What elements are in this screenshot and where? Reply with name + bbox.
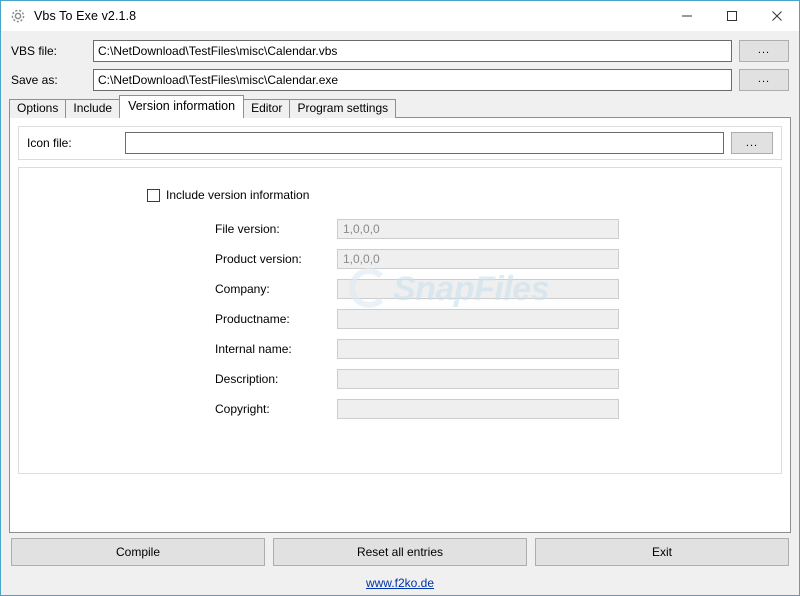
icon-file-input[interactable] bbox=[125, 132, 724, 154]
vbs-file-input[interactable] bbox=[93, 39, 732, 62]
field-row-product-version: Product version: bbox=[19, 248, 781, 269]
tab-include[interactable]: Include bbox=[65, 99, 121, 118]
close-icon[interactable] bbox=[754, 1, 799, 31]
description-label: Description: bbox=[215, 371, 279, 386]
tab-strip: Options Include Version information Edit… bbox=[9, 95, 791, 118]
copyright-label: Copyright: bbox=[215, 401, 270, 416]
field-row-copyright: Copyright: bbox=[19, 398, 781, 419]
include-version-checkbox-label: Include version information bbox=[166, 188, 310, 202]
vbs-file-label: VBS file: bbox=[11, 43, 58, 58]
file-paths-section: VBS file: ... Save as: ... bbox=[1, 31, 799, 97]
compile-button[interactable]: Compile bbox=[11, 538, 265, 566]
productname-input[interactable] bbox=[337, 308, 619, 329]
app-window: Vbs To Exe v2.1.8 VBS file: ... Save as:… bbox=[0, 0, 800, 596]
vbs-file-browse-button[interactable]: ... bbox=[739, 39, 789, 62]
productname-label: Productname: bbox=[215, 311, 290, 326]
file-version-label: File version: bbox=[215, 221, 280, 236]
field-row-description: Description: bbox=[19, 368, 781, 389]
file-version-input[interactable] bbox=[337, 218, 619, 239]
website-link[interactable]: www.f2ko.de bbox=[366, 576, 434, 590]
copyright-input[interactable] bbox=[337, 398, 619, 419]
footer: www.f2ko.de bbox=[1, 571, 799, 595]
product-version-label: Product version: bbox=[215, 251, 302, 266]
save-as-input[interactable] bbox=[93, 68, 732, 91]
field-row-productname: Productname: bbox=[19, 308, 781, 329]
action-bar: Compile Reset all entries Exit bbox=[1, 533, 799, 571]
icon-file-label: Icon file: bbox=[27, 136, 72, 150]
tab-options[interactable]: Options bbox=[9, 99, 67, 118]
description-input[interactable] bbox=[337, 368, 619, 389]
save-as-label: Save as: bbox=[11, 72, 58, 87]
maximize-icon[interactable] bbox=[709, 1, 754, 31]
product-version-input[interactable] bbox=[337, 248, 619, 269]
include-version-checkbox-row[interactable]: Include version information bbox=[19, 186, 781, 204]
version-information-panel: Icon file: ... SnapFiles Include version… bbox=[9, 117, 791, 533]
window-title: Vbs To Exe v2.1.8 bbox=[34, 9, 137, 23]
title-bar: Vbs To Exe v2.1.8 bbox=[1, 1, 799, 31]
field-row-company: Company: bbox=[19, 278, 781, 299]
include-version-checkbox[interactable] bbox=[147, 188, 160, 202]
internal-name-label: Internal name: bbox=[215, 341, 292, 356]
save-as-row: Save as: ... bbox=[11, 68, 789, 91]
field-row-internal-name: Internal name: bbox=[19, 338, 781, 359]
tab-program-settings[interactable]: Program settings bbox=[289, 99, 397, 118]
internal-name-input[interactable] bbox=[337, 338, 619, 359]
gear-icon bbox=[10, 8, 26, 24]
icon-file-group: Icon file: ... bbox=[18, 126, 782, 160]
icon-file-browse-button[interactable]: ... bbox=[731, 132, 773, 154]
tab-version-information[interactable]: Version information bbox=[119, 95, 245, 118]
tab-editor[interactable]: Editor bbox=[243, 99, 291, 118]
window-controls bbox=[664, 1, 799, 31]
reset-all-entries-button[interactable]: Reset all entries bbox=[273, 538, 527, 566]
minimize-icon[interactable] bbox=[664, 1, 709, 31]
save-as-browse-button[interactable]: ... bbox=[739, 68, 789, 91]
exit-button[interactable]: Exit bbox=[535, 538, 789, 566]
company-input[interactable] bbox=[337, 278, 619, 299]
vbs-file-row: VBS file: ... bbox=[11, 39, 789, 62]
field-row-file-version: File version: bbox=[19, 218, 781, 239]
version-fields-group: SnapFiles Include version information Fi… bbox=[18, 167, 782, 474]
company-label: Company: bbox=[215, 281, 270, 296]
